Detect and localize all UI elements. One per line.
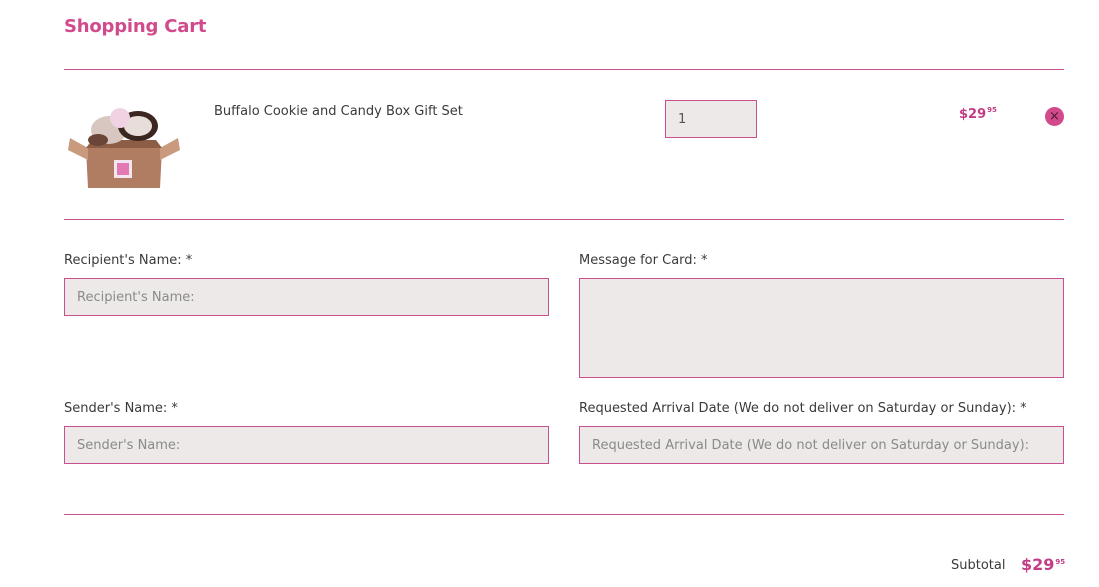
- recipient-name-label: Recipient's Name: *: [64, 253, 193, 268]
- item-price: $2995: [959, 106, 997, 122]
- item-name[interactable]: Buffalo Cookie and Candy Box Gift Set: [214, 104, 463, 119]
- page-title: Shopping Cart: [64, 16, 207, 37]
- card-message-label: Message for Card: *: [579, 253, 708, 268]
- sender-name-input[interactable]: [64, 426, 549, 464]
- quantity-input[interactable]: [665, 100, 757, 138]
- item-price-dollars: $29: [959, 107, 987, 122]
- remove-item-button[interactable]: ×: [1045, 107, 1064, 126]
- subtotal-label: Subtotal: [951, 558, 1006, 573]
- recipient-name-input[interactable]: [64, 278, 549, 316]
- item-price-cents: 95: [987, 106, 997, 114]
- divider-bottom: [64, 514, 1064, 515]
- product-image[interactable]: [64, 100, 184, 190]
- subtotal-dollars: $29: [1021, 555, 1055, 574]
- close-icon: ×: [1049, 109, 1060, 124]
- card-message-input[interactable]: [579, 278, 1064, 378]
- subtotal-cents: 95: [1055, 558, 1066, 566]
- arrival-date-input[interactable]: [579, 426, 1064, 464]
- divider-top: [64, 69, 1064, 70]
- divider-middle: [64, 219, 1064, 220]
- subtotal-value: $2995: [1021, 555, 1065, 574]
- sender-name-label: Sender's Name: *: [64, 401, 178, 416]
- arrival-date-label: Requested Arrival Date (We do not delive…: [579, 401, 1027, 416]
